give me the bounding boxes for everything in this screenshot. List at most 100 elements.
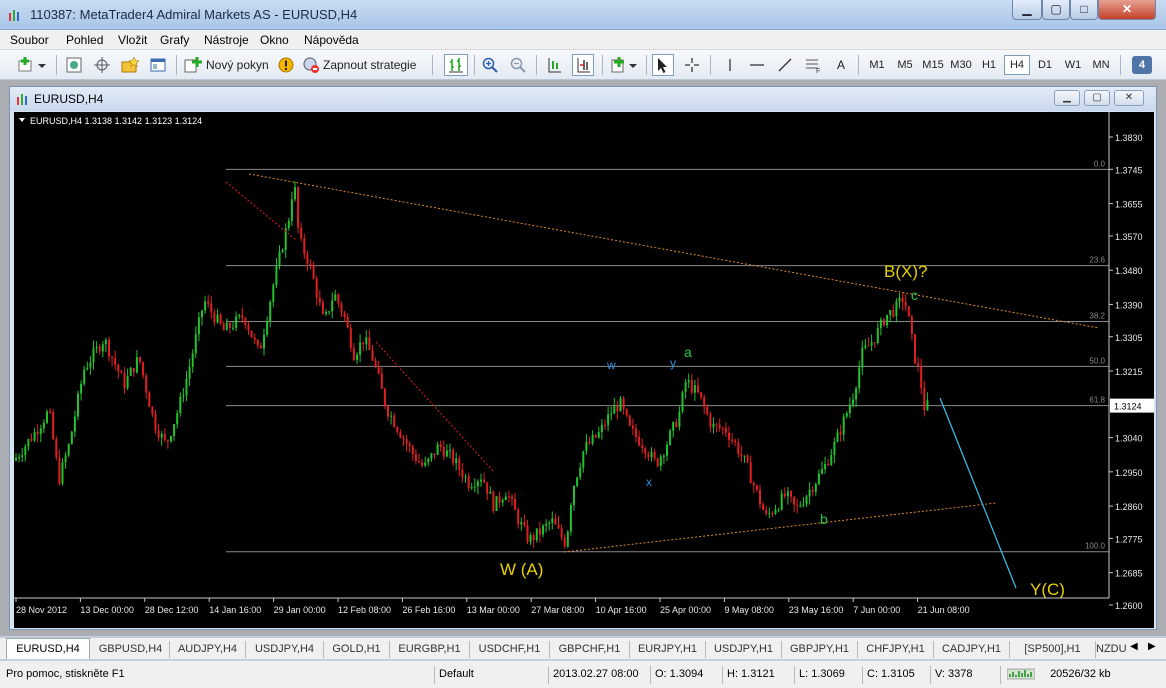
tab-eurjpy-h1[interactable]: EURJPY,H1 xyxy=(630,641,706,658)
auto-scroll-button[interactable] xyxy=(544,54,564,76)
horizontal-line-button[interactable] xyxy=(746,54,768,76)
candle-body xyxy=(486,482,489,494)
price-axis[interactable] xyxy=(1109,112,1154,598)
crosshair-button[interactable] xyxy=(92,54,112,76)
label-y: y xyxy=(670,356,676,370)
vertical-line-button[interactable] xyxy=(720,54,740,76)
menu-pohled[interactable]: Pohled xyxy=(66,33,103,47)
candle-body xyxy=(659,456,662,466)
menu-vlozit[interactable]: Vložit xyxy=(118,33,147,47)
tab-usdchf-h1[interactable]: USDCHF,H1 xyxy=(470,641,550,658)
tab-gbpjpy-h1[interactable]: GBPJPY,H1 xyxy=(782,641,858,658)
timeframe-m15[interactable]: M15 xyxy=(920,55,946,75)
menu-soubor[interactable]: Soubor xyxy=(10,33,49,47)
candle-body xyxy=(647,453,650,458)
candle-body xyxy=(910,316,913,335)
new-chart-button[interactable] xyxy=(16,54,50,76)
candle-body xyxy=(365,337,368,345)
status-connection[interactable]: 20526/32 kb xyxy=(1000,666,1160,684)
tab-gbpusd-h4[interactable]: GBPUSD,H4 xyxy=(92,641,170,658)
trendline-button[interactable] xyxy=(774,54,796,76)
candle-body xyxy=(95,346,98,349)
tab-usdjpy-h4[interactable]: USDJPY,H4 xyxy=(246,641,324,658)
move-icon xyxy=(94,57,110,73)
tab-eurusd-h4[interactable]: EURUSD,H4 xyxy=(6,638,90,659)
tab-chfjpy-h1[interactable]: CHFJPY,H1 xyxy=(858,641,934,658)
price-tick-label: 1.3215 xyxy=(1115,367,1143,377)
candle-body xyxy=(73,416,76,432)
tab-scroll-left-icon[interactable]: ◀ xyxy=(1130,641,1138,652)
menu-grafy[interactable]: Grafy xyxy=(160,33,189,47)
text-tool-button[interactable]: A xyxy=(830,54,852,76)
favorites-button[interactable] xyxy=(120,54,140,76)
bar-chart-button[interactable] xyxy=(444,54,468,76)
candle-body xyxy=(213,312,216,323)
candle-body xyxy=(235,316,238,328)
timeframe-w1[interactable]: W1 xyxy=(1060,55,1086,75)
timeframe-mn[interactable]: MN xyxy=(1088,55,1114,75)
menu-okno[interactable]: Okno xyxy=(260,33,289,47)
menu-napoveda[interactable]: Nápověda xyxy=(304,33,359,47)
chart-minimize-button[interactable]: ▁ xyxy=(1054,90,1080,106)
tab-usdjpy-h1[interactable]: USDJPY,H1 xyxy=(706,641,782,658)
timeframe-m5[interactable]: M5 xyxy=(892,55,918,75)
tab-eurgbp-h1[interactable]: EURGBP,H1 xyxy=(390,641,470,658)
tab-gold-h1[interactable]: GOLD,H1 xyxy=(324,641,390,658)
chart-restore-button[interactable]: ▢ xyxy=(1084,90,1110,106)
tab-sp500-h1[interactable]: [SP500],H1 xyxy=(1010,641,1096,658)
community-button[interactable]: 4 xyxy=(1130,54,1154,76)
navigator-button[interactable] xyxy=(148,54,168,76)
tab-audjpy-h4[interactable]: AUDJPY,H4 xyxy=(170,641,246,658)
candle-body xyxy=(352,348,355,361)
timeframe-h1[interactable]: H1 xyxy=(976,55,1002,75)
profiles-button[interactable] xyxy=(64,54,84,76)
candle-body xyxy=(917,362,920,366)
candle-body xyxy=(517,509,520,525)
window-title: 110387: MetaTrader4 Admiral Markets AS -… xyxy=(30,7,358,22)
timeframe-m1[interactable]: M1 xyxy=(864,55,890,75)
label-w: w xyxy=(606,358,616,372)
chart-shift-button[interactable] xyxy=(572,54,594,76)
candle-body xyxy=(842,416,845,435)
tab-gbpchf-h1[interactable]: GBPCHF,H1 xyxy=(550,641,630,658)
restore-button[interactable]: ▢ xyxy=(1042,0,1070,20)
candle-body xyxy=(120,371,123,374)
timeframe-m30[interactable]: M30 xyxy=(948,55,974,75)
status-profile[interactable]: Default xyxy=(434,666,548,684)
cursor-tool-button[interactable] xyxy=(652,54,674,76)
zoom-in-button[interactable] xyxy=(480,54,500,76)
timeframe-d1[interactable]: D1 xyxy=(1032,55,1058,75)
candle-body xyxy=(765,509,768,514)
time-tick-label: 27 Mar 08:00 xyxy=(531,605,584,615)
chart-close-button[interactable]: ✕ xyxy=(1114,90,1144,106)
status-high: H: 1.3121 xyxy=(722,666,792,684)
candle-body xyxy=(507,496,510,498)
close-button[interactable]: ✕ xyxy=(1098,0,1156,20)
minimize-button[interactable]: ▁ xyxy=(1012,0,1042,20)
autotrading-button[interactable]: Zapnout strategie xyxy=(302,54,424,76)
maximize-button[interactable]: □ xyxy=(1070,0,1098,20)
candle-body xyxy=(21,455,24,458)
close-icon: ✕ xyxy=(1124,92,1134,103)
new-order-button[interactable]: Nový pokyn xyxy=(184,54,270,76)
crosshair-tool-button[interactable] xyxy=(682,54,702,76)
candle-body xyxy=(427,458,430,463)
horizontal-line-icon xyxy=(750,64,764,66)
candle-body xyxy=(253,337,256,340)
candle-body xyxy=(129,368,132,376)
indicators-button[interactable] xyxy=(610,54,640,76)
alert-button[interactable] xyxy=(276,54,296,76)
candle-body xyxy=(814,483,817,492)
tab-cadjpy-h1[interactable]: CADJPY,H1 xyxy=(934,641,1010,658)
price-chart[interactable]: 0.0 23.6 38.2 50.0 61.8 100.0 W (A) B(X)? Y(C… xyxy=(14,112,1154,628)
menu-nastroje[interactable]: Nástroje xyxy=(204,33,249,47)
zoom-out-button[interactable] xyxy=(508,54,528,76)
tab-nzdu[interactable]: NZDU xyxy=(1096,641,1127,658)
tab-scroll-right-icon[interactable]: ▶ xyxy=(1148,641,1156,652)
candle-body xyxy=(573,486,575,506)
fibonacci-button[interactable]: F xyxy=(802,54,824,76)
chart-window-titlebar[interactable]: EURUSD,H4 ▁ ▢ ✕ xyxy=(10,87,1156,111)
timeframe-h4[interactable]: H4 xyxy=(1004,55,1030,75)
status-help: Pro pomoc, stiskněte F1 xyxy=(6,668,125,680)
candle-body xyxy=(244,318,247,325)
